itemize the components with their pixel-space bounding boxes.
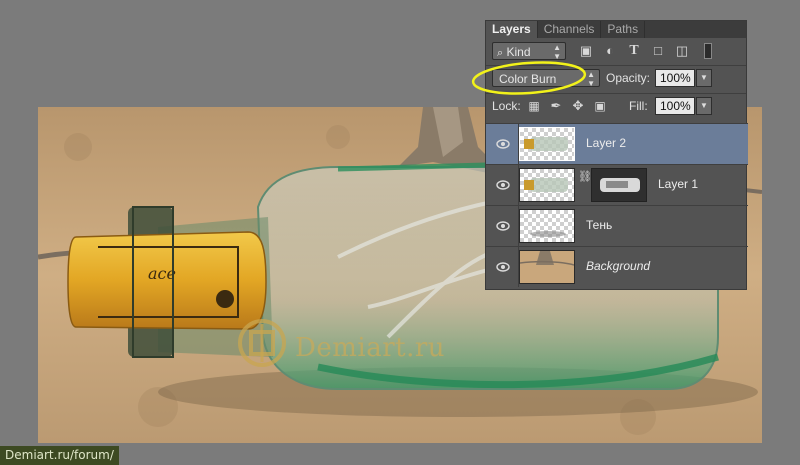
svg-text:ace: ace	[148, 264, 176, 283]
filter-shape-icon[interactable]: □	[650, 43, 666, 59]
opacity-input[interactable]: 100%	[655, 69, 695, 87]
select-arrows-icon: ▲ ▼	[553, 43, 561, 61]
lock-image-icon[interactable]: ✒	[548, 98, 564, 114]
filter-toggle-switch[interactable]	[704, 43, 712, 59]
demiart-logo-icon	[238, 319, 286, 367]
fill-input[interactable]: 100%	[655, 97, 695, 115]
lock-transparent-icon[interactable]: ▦	[526, 98, 542, 114]
highlight-ellipse-annotation	[471, 61, 587, 95]
chain-link-icon[interactable]: ⛓	[578, 170, 592, 183]
layer-row-ten[interactable]: Тень	[486, 205, 748, 246]
layer-name: Тень	[586, 218, 613, 232]
layer-name: Layer 2	[586, 136, 627, 150]
panel-tabs: Layers Channels Paths	[486, 21, 746, 38]
layer-thumbnail[interactable]	[519, 209, 575, 243]
bottle-thumbnail-icon	[524, 178, 568, 192]
fill-label: Fill:	[629, 99, 648, 113]
search-icon: ⌕	[497, 47, 504, 59]
layer-mask-thumbnail[interactable]	[591, 168, 647, 202]
fill-dropdown-button[interactable]: ▼	[696, 97, 712, 115]
eye-icon[interactable]	[496, 178, 510, 192]
layer-row-background[interactable]: Background	[486, 246, 748, 287]
lock-position-icon[interactable]: ✥	[570, 98, 586, 114]
opacity-label: Opacity:	[606, 71, 651, 85]
layer-thumbnail[interactable]	[519, 127, 575, 161]
layer-row-layer-1[interactable]: ⛓ Layer 1	[486, 164, 748, 205]
bottle-thumbnail-icon	[524, 137, 568, 151]
layer-thumbnail[interactable]	[519, 250, 575, 284]
layer-row-layer-2[interactable]: Layer 2	[486, 123, 748, 164]
select-arrows-icon: ▲ ▼	[587, 70, 595, 88]
lock-label: Lock:	[492, 99, 521, 113]
mask-shape-icon	[600, 178, 640, 192]
sand-thumbnail-icon	[520, 251, 574, 283]
filter-kind-select[interactable]: ⌕ Kind ▲ ▼	[492, 42, 566, 61]
layer-name: Background	[586, 259, 651, 273]
footer-url: Demiart.ru/forum/	[0, 446, 119, 465]
tab-channels[interactable]: Channels	[538, 21, 602, 38]
filter-pixel-icon[interactable]: ▣	[578, 43, 594, 59]
layer-name: Layer 1	[658, 177, 699, 191]
filter-kind-label: Kind	[506, 45, 531, 59]
tab-layers[interactable]: Layers	[486, 21, 538, 38]
shadow-thumbnail-icon	[530, 231, 566, 237]
layer-thumbnail[interactable]	[519, 168, 575, 202]
filter-type-icon[interactable]: T	[626, 43, 642, 59]
eye-icon[interactable]	[496, 219, 510, 233]
filter-smart-object-icon[interactable]: ◫	[674, 43, 690, 59]
eye-icon[interactable]	[496, 137, 510, 151]
opacity-dropdown-button[interactable]: ▼	[696, 69, 712, 87]
watermark-text: Demiart.ru	[295, 333, 446, 363]
eye-icon[interactable]	[496, 260, 510, 274]
filter-adjustment-icon[interactable]: ◐	[602, 43, 618, 59]
tab-paths[interactable]: Paths	[601, 21, 646, 38]
lock-all-icon[interactable]: ▣	[592, 98, 608, 114]
